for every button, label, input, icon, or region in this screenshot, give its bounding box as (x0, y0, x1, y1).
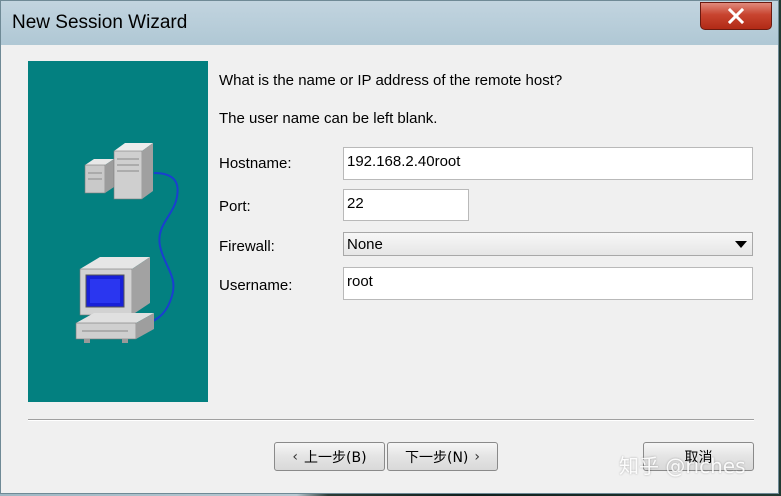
window-title: New Session Wizard (12, 12, 188, 33)
chevron-down-icon (735, 241, 747, 248)
port-input[interactable]: 22 (343, 189, 469, 221)
server-icon (84, 143, 153, 200)
port-label: Port: (219, 198, 251, 215)
watermark: 知乎 @riches (619, 454, 746, 478)
back-button-label: 上一步(B) (304, 449, 367, 466)
wizard-illustration (28, 61, 208, 402)
next-button[interactable]: 下一步(N) › (387, 442, 498, 471)
username-label: Username: (219, 277, 293, 294)
close-icon (728, 8, 744, 24)
chevron-left-icon: ‹ (292, 448, 299, 465)
computer-icon (75, 257, 154, 343)
wizard-content: What is the name or IP address of the re… (9, 45, 771, 487)
firewall-select[interactable]: None (343, 232, 753, 256)
close-button[interactable] (700, 2, 772, 30)
username-input[interactable]: root (343, 267, 753, 300)
button-separator (28, 419, 754, 421)
firewall-selected-value: None (347, 236, 383, 253)
wizard-window: New Session Wizard What is the name or I… (0, 0, 779, 494)
hostname-input[interactable]: 192.168.2.40root (343, 147, 753, 180)
hostname-label: Hostname: (219, 155, 292, 172)
back-button[interactable]: ‹ 上一步(B) (274, 442, 385, 471)
firewall-label: Firewall: (219, 238, 275, 255)
blank-username-note: The user name can be left blank. (219, 110, 438, 127)
next-button-label: 下一步(N) (404, 449, 469, 466)
chevron-right-icon: › (474, 448, 480, 465)
title-bar[interactable]: New Session Wizard (1, 1, 778, 45)
host-question: What is the name or IP address of the re… (219, 72, 563, 89)
